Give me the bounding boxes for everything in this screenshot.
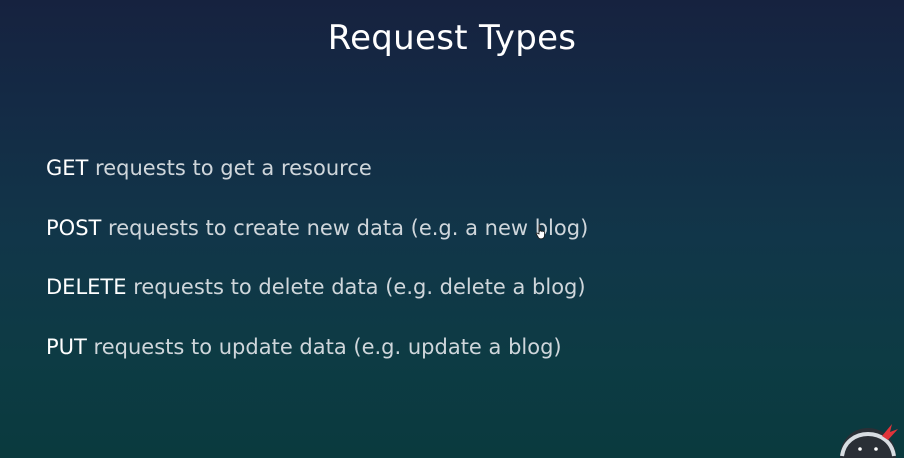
hand-pointer-icon (535, 224, 545, 240)
item-description-post: requests to create new data (e.g. a new … (101, 215, 589, 240)
list-item-put: PUT requests to update data (e.g. update… (46, 331, 588, 391)
method-label-post: POST (46, 215, 102, 240)
item-description-get: requests to get a resource (88, 156, 372, 180)
slide: Request Types GET requests to get a reso… (0, 0, 904, 458)
method-label-put: PUT (46, 334, 87, 359)
list-item-delete: DELETE requests to delete data (e.g. del… (46, 271, 588, 331)
method-label-delete: DELETE (46, 275, 127, 299)
item-description-delete: requests to delete data (e.g. delete a b… (126, 275, 586, 299)
slide-title: Request Types (327, 18, 577, 58)
list-item-get: GET requests to get a resource (46, 152, 588, 212)
request-types-list: GET requests to get a resource POST requ… (46, 152, 588, 390)
list-item-post: POST requests to create new data (e.g. a… (46, 212, 588, 272)
item-description-put: requests to update data (e.g. update a b… (86, 334, 562, 359)
method-label-get: GET (46, 156, 89, 180)
ninja-logo-icon (840, 424, 898, 458)
